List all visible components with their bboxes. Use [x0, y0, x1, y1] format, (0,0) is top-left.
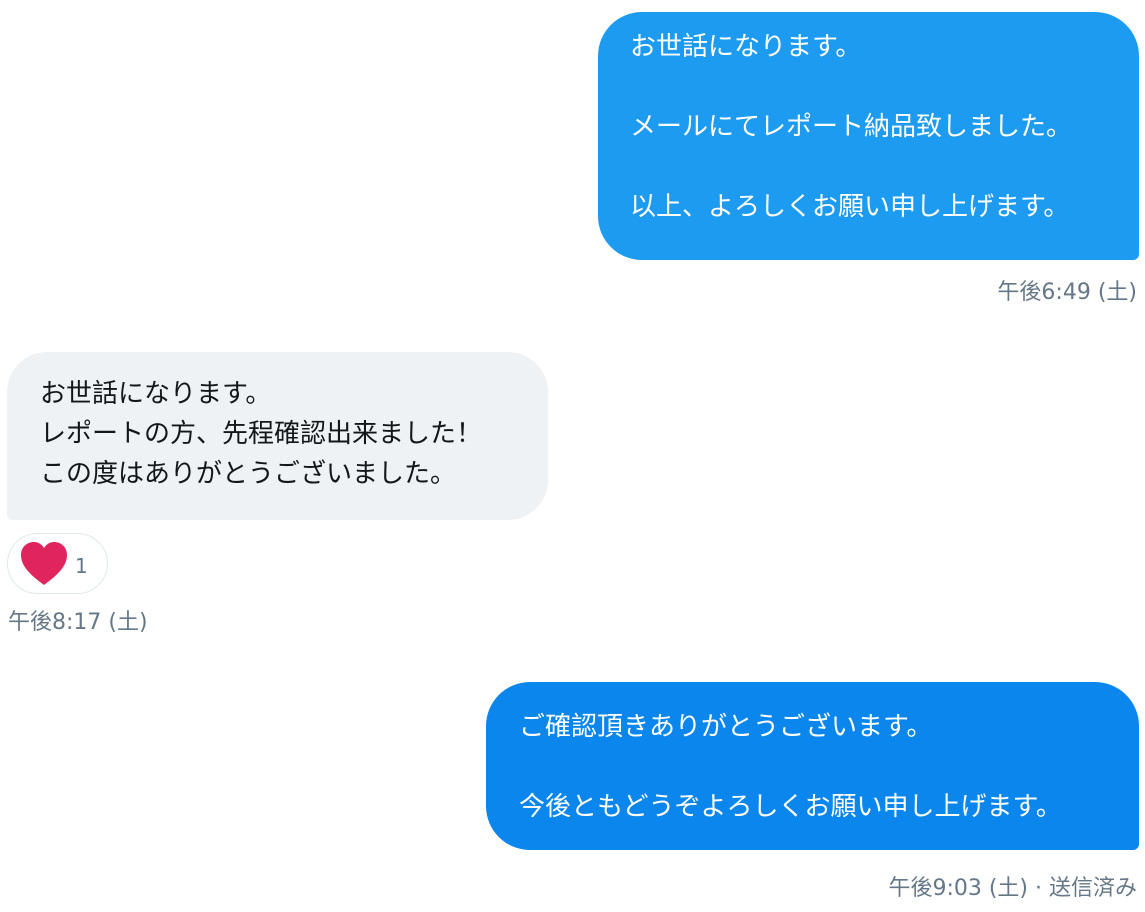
- message-timestamp: 午後6:49 (土): [997, 280, 1137, 305]
- reaction-badge[interactable]: 1: [7, 533, 108, 594]
- heart-icon: [19, 541, 69, 587]
- message-bubble-outgoing[interactable]: お世話になります。 メールにてレポート納品致しました。 以上、よろしくお願い申し…: [598, 12, 1139, 260]
- message-bubble-incoming[interactable]: お世話になります。 レポートの方、先程確認出来ました！ この度はありがとうござい…: [7, 352, 548, 520]
- message-bubble-outgoing[interactable]: ご確認頂きありがとうございます。 今後ともどうぞよろしくお願い申し上げます。: [486, 682, 1139, 850]
- reaction-count: 1: [75, 553, 88, 578]
- message-timestamp-sent: 午後9:03 (土) · 送信済み: [888, 876, 1137, 901]
- message-timestamp: 午後8:17 (土): [8, 610, 148, 635]
